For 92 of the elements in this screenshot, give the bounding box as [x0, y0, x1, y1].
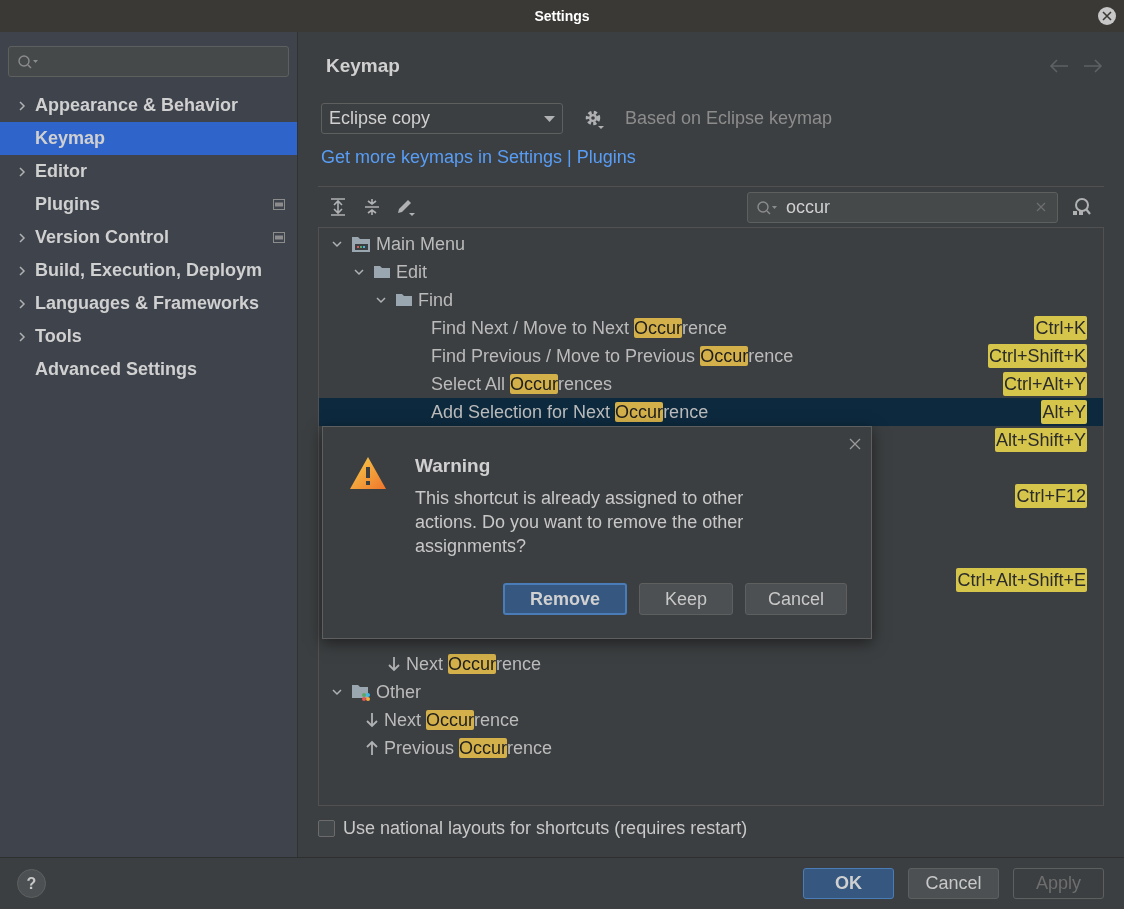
tree-row[interactable]: Edit: [319, 258, 1103, 286]
arrow-down-icon: [387, 656, 401, 672]
tree-item-label: Other: [376, 680, 422, 704]
dialog-title: Warning: [415, 454, 492, 478]
chevron-right-icon[interactable]: [16, 264, 28, 277]
chevron-down-icon[interactable]: [331, 238, 343, 250]
tree-item-label: Next Occurrence: [406, 652, 542, 676]
dialog-button[interactable]: Cancel: [744, 583, 847, 615]
find-shortcut-icon[interactable]: [1070, 196, 1092, 218]
sidebar-item-label: Appearance & Behavior: [35, 94, 240, 117]
tree-row[interactable]: Find Previous / Move to Previous Occurrence Ctrl+Shift+K: [319, 342, 1103, 370]
chevron-right-icon[interactable]: [16, 330, 28, 343]
tree-row[interactable]: Find: [319, 286, 1103, 314]
sidebar-item[interactable]: Languages & Frameworks: [0, 287, 297, 320]
keymap-dropdown[interactable]: Eclipse copy: [321, 103, 563, 134]
chevron-right-icon[interactable]: [16, 99, 28, 112]
tree-row[interactable]: Find Next / Move to Next Occurrence Ctrl+K: [319, 314, 1103, 342]
tree-item-label: Select All Occurrences: [431, 372, 613, 396]
chevron-down-icon[interactable]: [353, 266, 365, 278]
chevron-right-icon[interactable]: [16, 231, 28, 244]
tree-item-label: Find: [418, 288, 453, 312]
tree-item-label: Edit: [396, 260, 428, 284]
sidebar-item[interactable]: Appearance & Behavior: [0, 89, 297, 122]
arrow-down-icon: [365, 712, 379, 728]
collapse-all-icon[interactable]: [364, 198, 380, 216]
tree-row[interactable]: Main Menu: [319, 230, 1103, 258]
help-button[interactable]: ?: [17, 869, 46, 898]
tree-row[interactable]: Other: [319, 678, 1103, 706]
folder-icon: [395, 292, 413, 308]
project-icon: [273, 232, 285, 243]
folder-icon: [373, 264, 391, 280]
chevron-right-icon[interactable]: [16, 165, 28, 178]
sidebar-item-label: Advanced Settings: [35, 358, 199, 381]
chevron-down-icon[interactable]: [375, 294, 387, 306]
footer-button[interactable]: Cancel: [908, 868, 999, 899]
shortcut-badge: Alt+Y: [1041, 400, 1087, 424]
page-title: Keymap: [326, 53, 400, 78]
pencil-icon[interactable]: [396, 197, 416, 217]
dialog-message: This shortcut is already assigned to other actions. Do you want to remove the other assignments?: [415, 487, 745, 558]
menu-folder-icon: [351, 235, 371, 253]
tree-row[interactable]: Next Occurrence: [319, 650, 1103, 678]
sidebar-item[interactable]: Keymap: [0, 122, 297, 155]
close-icon[interactable]: [1098, 7, 1116, 25]
based-on-label: Based on Eclipse keymap: [625, 107, 833, 130]
search-field[interactable]: [8, 46, 289, 77]
arrow-up-icon: [365, 740, 379, 756]
sidebar-item-label: Keymap: [35, 127, 107, 150]
sidebar-item[interactable]: Tools: [0, 320, 297, 353]
chevron-down-icon[interactable]: [331, 686, 343, 698]
chevron-right-icon[interactable]: [16, 297, 28, 310]
shortcut-badge: Ctrl+K: [1034, 316, 1087, 340]
tree-row[interactable]: Select All Occurrences Ctrl+Alt+Y: [319, 370, 1103, 398]
tree-item-label: Find Previous / Move to Previous Occurrence: [431, 344, 794, 368]
caret-icon: [544, 115, 555, 122]
expand-all-icon[interactable]: [330, 198, 346, 216]
search-icon: [756, 199, 778, 216]
tree-item-label: Previous Occurrence: [384, 736, 553, 760]
tree-row[interactable]: Previous Occurrence: [319, 734, 1103, 762]
tree-item-label: Add Selection for Next Occurrence: [431, 400, 709, 424]
dialog-button[interactable]: Keep: [638, 583, 733, 615]
window-title: Settings: [534, 6, 590, 26]
shortcut-badge: Ctrl+F12: [1015, 484, 1087, 508]
shortcut-badge: Ctrl+Shift+K: [987, 344, 1087, 368]
sidebar-item-label: Tools: [35, 325, 83, 348]
project-icon: [273, 199, 285, 210]
close-icon[interactable]: [849, 438, 861, 450]
shortcut-badge: Ctrl+Alt+Y: [1002, 372, 1087, 396]
plugins-link[interactable]: Get more keymaps in Settings | Plugins: [318, 144, 1104, 171]
sidebar-item-label: Languages & Frameworks: [35, 292, 261, 315]
folder-icon: [351, 683, 371, 701]
tree-row[interactable]: Add Selection for Next Occurrence Alt+Y: [319, 398, 1103, 426]
sidebar-item[interactable]: Plugins: [0, 188, 297, 221]
sidebar-item[interactable]: Build, Execution, Deploym: [0, 254, 297, 287]
filter-field[interactable]: occur: [747, 191, 1058, 223]
footer-button[interactable]: OK: [803, 868, 894, 899]
search-icon: [17, 54, 39, 70]
shortcut-badge: Ctrl+Alt+Shift+E: [956, 568, 1087, 592]
sidebar-item-label: Editor: [35, 160, 88, 183]
tree-item-label: Find Next / Move to Next Occurrence: [431, 316, 728, 340]
sidebar-item-label: Version Control: [35, 226, 170, 249]
tree-item-label: Main Menu: [376, 232, 466, 256]
sidebar-item[interactable]: Editor: [0, 155, 297, 188]
tree-row[interactable]: Next Occurrence: [319, 706, 1103, 734]
shortcut-badge: Alt+Shift+Y: [994, 428, 1087, 452]
national-layouts-checkbox[interactable]: Use national layouts for shortcuts (requires restart): [318, 815, 1104, 842]
sidebar-item-label: Plugins: [35, 193, 101, 216]
sidebar-item-label: Build, Execution, Deploym: [35, 259, 264, 282]
tree-item-label: Next Occurrence: [384, 708, 520, 732]
sidebar-item[interactable]: Advanced Settings: [0, 353, 297, 386]
sidebar-item[interactable]: Version Control: [0, 221, 297, 254]
dialog-button[interactable]: Remove: [502, 583, 627, 615]
warning-icon: [349, 456, 387, 490]
